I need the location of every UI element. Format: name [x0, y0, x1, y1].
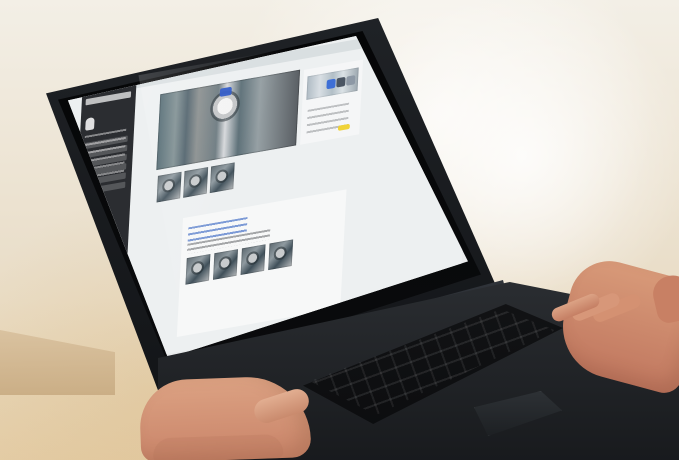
thumbnail-image[interactable]: [212, 249, 239, 280]
thumbnail-image[interactable]: [185, 253, 211, 285]
thumbnail-image[interactable]: [268, 239, 294, 271]
photo-scene: [0, 0, 679, 460]
thumbnail-image[interactable]: [183, 167, 209, 198]
thumbnail-image[interactable]: [209, 162, 235, 194]
thumbnail-image[interactable]: [240, 244, 266, 276]
user-icon: [85, 116, 95, 131]
main-equipment-image: [156, 69, 301, 171]
thumbnail-row: [156, 162, 237, 203]
thumbnail-image[interactable]: [156, 171, 182, 203]
